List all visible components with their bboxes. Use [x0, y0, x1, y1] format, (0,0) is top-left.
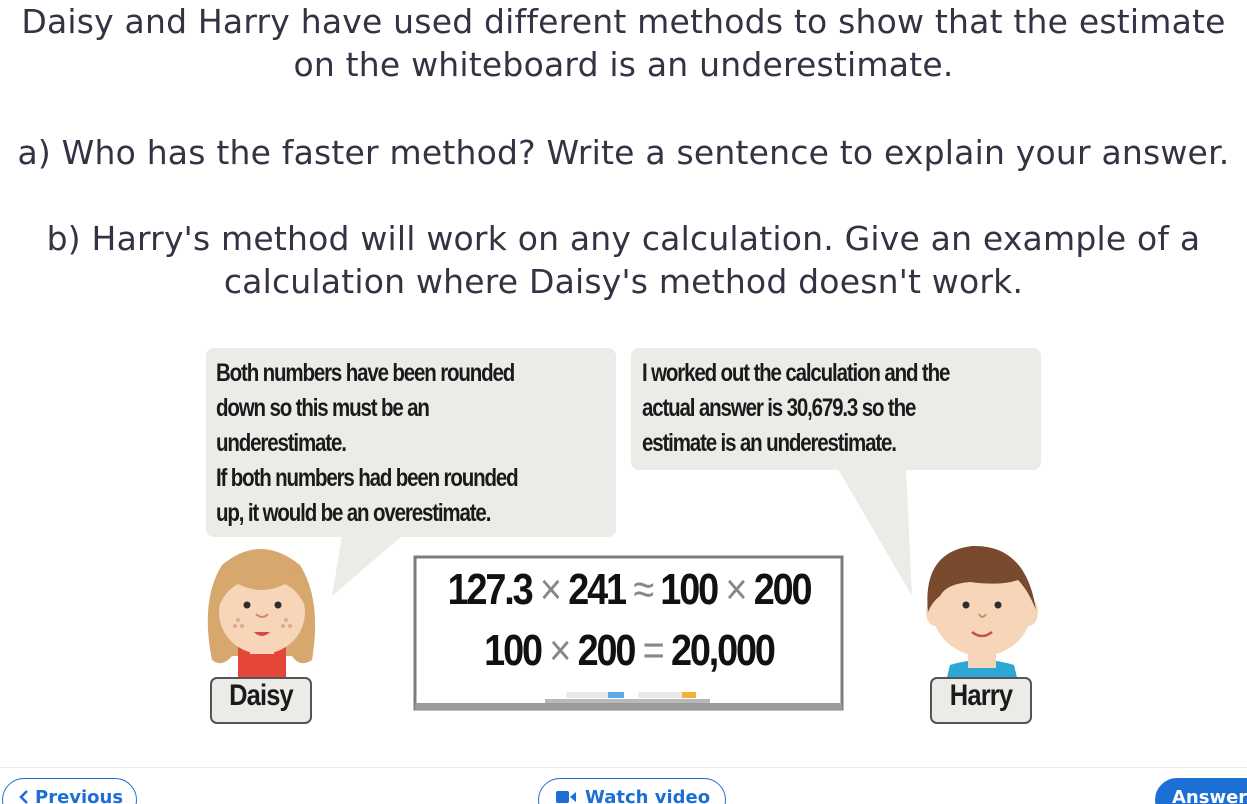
video-camera-icon: [555, 781, 577, 804]
harry-speech-line: I worked out the calculation and the: [642, 359, 950, 387]
previous-label: Previous: [35, 787, 124, 804]
daisy-speech-line: down so this must be an: [216, 394, 430, 422]
daisy-speech-line: underestimate.: [216, 429, 347, 457]
times-symbol: ×: [549, 626, 571, 675]
harry-speech-line: actual answer is 30,679.3 so the: [642, 394, 916, 422]
watch-video-label: Watch video: [585, 787, 711, 804]
approx-symbol: ≈: [633, 565, 654, 614]
chevron-left-icon: [19, 779, 29, 804]
equation-term: 100: [660, 565, 719, 614]
daisy-speech-line: up, it would be an overestimate.: [216, 499, 491, 527]
previous-button[interactable]: Previous: [2, 778, 137, 804]
daisy-speech-text: Both numbers have been rounded down so t…: [216, 356, 519, 531]
equation-term: 127.3: [447, 565, 534, 614]
harry-name-label: Harry: [949, 679, 1013, 712]
watch-video-button[interactable]: Watch video: [538, 778, 726, 804]
harry-speech-line: estimate is an underestimate.: [642, 429, 897, 457]
daisy-name-label: Daisy: [229, 679, 294, 712]
equation-term: 241: [568, 565, 627, 614]
equation-term: 200: [753, 565, 813, 614]
equation-term: 200: [577, 626, 637, 675]
times-symbol: ×: [725, 565, 747, 614]
answer-button[interactable]: Answer: [1155, 778, 1247, 804]
whiteboard-equation-1: 127.3 × 241 ≈ 100 × 200: [447, 565, 813, 615]
whiteboard-equation-2: 100 × 200 = 20,000: [448, 626, 811, 676]
equation-term: 20,000: [670, 626, 776, 675]
daisy-avatar: [207, 549, 316, 680]
answer-label: Answer: [1172, 787, 1247, 804]
harry-avatar: [926, 545, 1038, 690]
daisy-speech-line: If both numbers had been rounded: [216, 464, 519, 492]
harry-speech-text: I worked out the calculation and the act…: [642, 356, 950, 461]
times-symbol: ×: [539, 565, 562, 614]
equals-symbol: =: [642, 626, 665, 675]
equation-term: 100: [484, 626, 543, 675]
daisy-speech-line: Both numbers have been rounded: [216, 359, 515, 387]
nav-divider: [0, 767, 1247, 768]
